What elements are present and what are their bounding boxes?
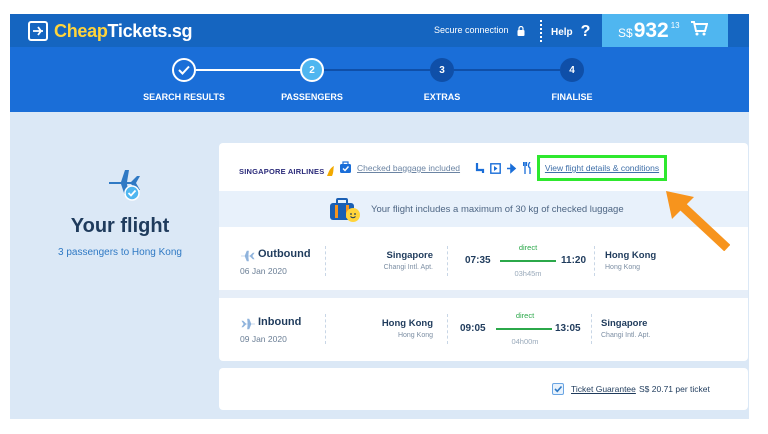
inbound-duration: 04h00m [511,337,539,346]
flight-details-link[interactable]: View flight details & conditions [545,163,659,173]
outbound-route-line [500,260,556,262]
details-highlight-box: View flight details & conditions [537,155,667,181]
brand-name: CheapTickets.sg [54,20,193,41]
step-3-circle: 3 [430,58,454,82]
price-amount: 932 [633,18,669,42]
inbound-route-line [496,328,552,330]
row-divider [591,314,592,344]
inbound-plane-icon [241,317,255,335]
outbound-date: 06 Jan 2020 [240,266,287,276]
row-divider [447,246,448,276]
secure-label: Secure connection [434,25,509,35]
row-divider [447,314,448,344]
header-divider [540,20,542,42]
cart-icon [690,20,708,41]
guarantee-link[interactable]: Ticket Guarantee [571,384,636,394]
ticket-guarantee-panel: Ticket Guarantee S$ 20.71 per ticket [219,368,748,410]
step-connector [324,69,430,71]
luggage-smile-icon [328,197,362,228]
pointer-arrow-icon [662,189,731,256]
outbound-arrival-time: 11:20 [561,255,587,266]
inbound-from-city: Hong Kong [381,318,433,329]
inbound-to-airport: Changi Intl. Apt. [601,332,651,339]
outbound-from-airport: Changi Intl. Apt. [383,264,433,271]
row-divider [325,314,326,344]
step-connector [196,69,302,71]
inbound-stops: direct [515,311,535,320]
step-connector [454,69,560,71]
inbound-from-airport: Hong Kong [397,332,433,339]
top-bar: CheapTickets.sg Secure connection Help ?… [10,14,749,47]
price-decimals: 13 [670,21,680,30]
outbound-label: Outbound [258,248,311,260]
step-2-circle: 2 [300,58,324,82]
seat-icon [475,161,485,179]
row-separator [219,290,748,298]
inbound-date: 09 Jan 2020 [240,334,287,344]
row-divider [594,246,595,276]
booking-stepper: 2 3 4 SEARCH RESULTS PASSENGERS EXTRAS F… [10,47,749,112]
brand-logo[interactable]: CheapTickets.sg [28,20,193,42]
flight-confirmed-icon [107,166,143,207]
outbound-departure-time: 07:35 [465,255,491,266]
help-button[interactable]: Help ? [551,23,590,41]
lock-icon [517,25,525,36]
luggage-note: Your flight includes a maximum of 30 kg … [371,204,624,215]
airline-name: SINGAPORE AIRLINES [239,165,336,177]
outbound-from-city: Singapore [386,250,433,261]
summary-subtitle: 3 passengers to Hong Kong [58,247,182,258]
outbound-duration: 03h45m [514,269,542,278]
outbound-stops: direct [518,243,538,252]
page-frame: CheapTickets.sg Secure connection Help ?… [10,14,749,419]
inbound-arrival-time: 13:05 [555,323,581,334]
row-divider [325,246,326,276]
step-label-extras: EXTRAS [423,92,461,102]
secure-connection: Secure connection [434,25,525,36]
checked-bag-icon [339,161,352,179]
screen-icon [490,161,501,179]
plane-logo-icon [28,21,48,41]
price-currency: S$ [618,25,633,40]
step-label-finalise: FINALISE [551,92,593,102]
power-icon [506,161,517,179]
step-4-circle: 4 [560,58,584,82]
outbound-plane-icon [241,249,255,267]
guarantee-price: S$ 20.71 per ticket [639,384,710,394]
meal-icon [522,161,532,179]
summary-title: Your flight [70,215,170,237]
inbound-label: Inbound [258,316,302,328]
step-label-search-results[interactable]: SEARCH RESULTS [124,92,244,102]
guarantee-checkbox[interactable] [552,383,564,395]
outbound-to-airport: Hong Kong [605,264,641,271]
help-label: Help [551,26,573,38]
inbound-departure-time: 09:05 [460,323,486,334]
help-icon: ? [580,23,591,40]
step-1-check-icon[interactable] [172,58,196,82]
cart-total[interactable]: S$ 932 13 [602,14,728,47]
inbound-to-city: Singapore [601,318,648,329]
baggage-included-link[interactable]: Checked baggage included [357,163,460,173]
step-label-passengers: PASSENGERS [281,92,343,102]
